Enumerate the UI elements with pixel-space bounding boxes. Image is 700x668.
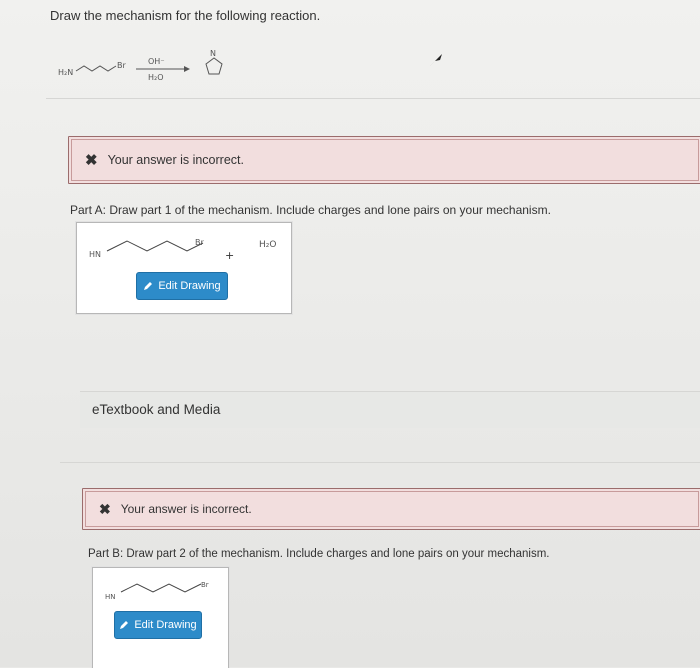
reactant-bromide-label: Br xyxy=(117,61,126,70)
product-pyrrolidine-ring xyxy=(205,57,223,75)
reactant-amine-label: H₂N xyxy=(58,68,73,77)
hn-label: HN xyxy=(89,250,101,259)
edit-drawing-label: Edit Drawing xyxy=(134,619,197,631)
reagent-hydroxide: OH⁻ xyxy=(148,57,165,66)
feedback-border xyxy=(71,139,699,181)
question-title: Draw the mechanism for the following rea… xyxy=(50,8,321,23)
divider xyxy=(46,98,700,99)
part-a-instruction: Part A: Draw part 1 of the mechanism. In… xyxy=(70,203,551,217)
feedback-border xyxy=(85,491,699,527)
hn-label: HN xyxy=(105,593,116,601)
edit-drawing-button-b[interactable]: Edit Drawing xyxy=(114,611,202,639)
incorrect-feedback-2: ✖ Your answer is incorrect. xyxy=(82,488,700,530)
reagent-water: H₂O xyxy=(148,73,164,82)
reactant-chain xyxy=(75,65,117,72)
etextbook-label: eTextbook and Media xyxy=(92,402,221,417)
part-b-molecule: HN Br xyxy=(105,581,209,601)
incorrect-feedback-1: ✖ Your answer is incorrect. xyxy=(68,136,700,184)
product-nitrogen: N xyxy=(210,49,216,58)
br-label: Br xyxy=(201,581,209,589)
pencil-icon xyxy=(120,621,129,629)
water-label: H₂O xyxy=(259,240,276,250)
plus-sign: + xyxy=(225,249,234,262)
part-b-drawing-area[interactable]: HN Br Edit Drawing xyxy=(92,567,229,668)
carbon-chain xyxy=(120,583,202,593)
carbon-chain xyxy=(106,240,204,252)
part-a-molecule: HN Br + H₂O xyxy=(89,238,276,262)
etextbook-media-link[interactable]: eTextbook and Media xyxy=(80,391,700,428)
edit-drawing-button-a[interactable]: Edit Drawing xyxy=(136,272,228,300)
reaction-scheme: H₂N Br OH⁻ H₂O N xyxy=(58,49,223,82)
divider xyxy=(60,462,700,463)
part-a-drawing-area[interactable]: HN Br + H₂O Edit Drawing xyxy=(76,222,292,314)
cursor-arrow-icon xyxy=(430,54,442,66)
reaction-arrowhead xyxy=(184,66,190,72)
page: Draw the mechanism for the following rea… xyxy=(0,0,700,668)
br-label: Br xyxy=(195,238,204,247)
part-b-instruction: Part B: Draw part 2 of the mechanism. In… xyxy=(88,548,550,560)
edit-drawing-label: Edit Drawing xyxy=(158,280,221,292)
pencil-icon xyxy=(144,282,153,290)
